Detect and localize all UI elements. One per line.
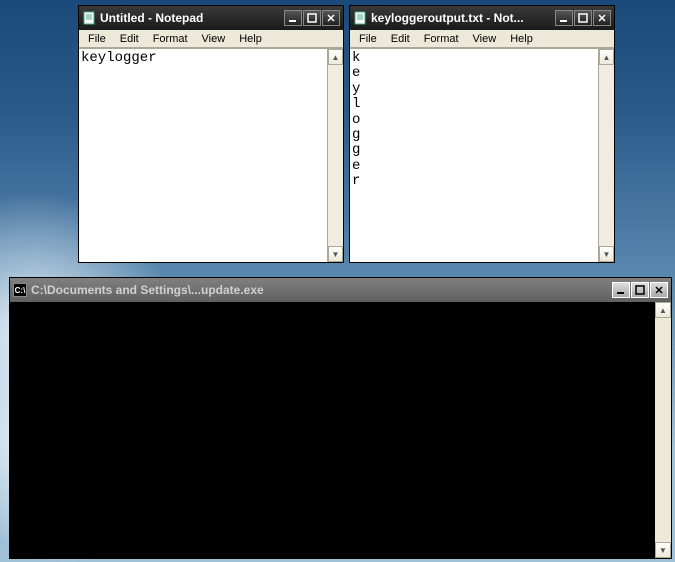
scroll-track[interactable] bbox=[655, 318, 671, 542]
menu-file[interactable]: File bbox=[81, 31, 113, 47]
editor-area: k e y l o g g e r ▲ ▼ bbox=[350, 48, 614, 262]
window-title: C:\Documents and Settings\...update.exe bbox=[31, 283, 612, 297]
scroll-down-button[interactable]: ▼ bbox=[328, 246, 343, 262]
editor-area: keylogger ▲ ▼ bbox=[79, 48, 343, 262]
menubar: File Edit Format View Help bbox=[79, 30, 343, 48]
text-content[interactable]: keylogger bbox=[79, 49, 327, 262]
scroll-up-button[interactable]: ▲ bbox=[599, 49, 614, 65]
menu-help[interactable]: Help bbox=[503, 31, 540, 47]
minimize-button[interactable] bbox=[555, 10, 573, 26]
vertical-scrollbar[interactable]: ▲ ▼ bbox=[327, 49, 343, 262]
menu-view[interactable]: View bbox=[195, 31, 233, 47]
window-title: Untitled - Notepad bbox=[100, 11, 284, 25]
scroll-up-button[interactable]: ▲ bbox=[328, 49, 343, 65]
close-button[interactable] bbox=[322, 10, 340, 26]
vertical-scrollbar[interactable]: ▲ ▼ bbox=[598, 49, 614, 262]
cmd-window: C:\ C:\Documents and Settings\...update.… bbox=[9, 277, 672, 559]
titlebar[interactable]: Untitled - Notepad bbox=[79, 6, 343, 30]
notepad-window-2: keyloggeroutput.txt - Not... File Edit F… bbox=[349, 5, 615, 263]
text-content[interactable]: k e y l o g g e r bbox=[350, 49, 598, 262]
scroll-track[interactable] bbox=[599, 65, 614, 246]
menu-edit[interactable]: Edit bbox=[113, 31, 146, 47]
minimize-button[interactable] bbox=[612, 282, 630, 298]
vertical-scrollbar[interactable]: ▲ ▼ bbox=[655, 302, 671, 558]
menu-edit[interactable]: Edit bbox=[384, 31, 417, 47]
maximize-button[interactable] bbox=[303, 10, 321, 26]
notepad-icon bbox=[353, 11, 367, 25]
notepad-window-1: Untitled - Notepad File Edit Format View… bbox=[78, 5, 344, 263]
scroll-up-button[interactable]: ▲ bbox=[655, 302, 671, 318]
menubar: File Edit Format View Help bbox=[350, 30, 614, 48]
titlebar[interactable]: C:\ C:\Documents and Settings\...update.… bbox=[10, 278, 671, 302]
notepad-icon bbox=[82, 11, 96, 25]
cmd-icon: C:\ bbox=[13, 283, 27, 297]
close-button[interactable] bbox=[593, 10, 611, 26]
cmd-body: ▲ ▼ bbox=[10, 302, 671, 558]
window-title: keyloggeroutput.txt - Not... bbox=[371, 11, 555, 25]
menu-format[interactable]: Format bbox=[417, 31, 466, 47]
maximize-button[interactable] bbox=[574, 10, 592, 26]
close-button[interactable] bbox=[650, 282, 668, 298]
cmd-content[interactable] bbox=[10, 302, 655, 558]
maximize-button[interactable] bbox=[631, 282, 649, 298]
scroll-down-button[interactable]: ▼ bbox=[655, 542, 671, 558]
menu-format[interactable]: Format bbox=[146, 31, 195, 47]
menu-file[interactable]: File bbox=[352, 31, 384, 47]
titlebar[interactable]: keyloggeroutput.txt - Not... bbox=[350, 6, 614, 30]
scroll-track[interactable] bbox=[328, 65, 343, 246]
minimize-button[interactable] bbox=[284, 10, 302, 26]
scroll-down-button[interactable]: ▼ bbox=[599, 246, 614, 262]
menu-help[interactable]: Help bbox=[232, 31, 269, 47]
menu-view[interactable]: View bbox=[466, 31, 504, 47]
